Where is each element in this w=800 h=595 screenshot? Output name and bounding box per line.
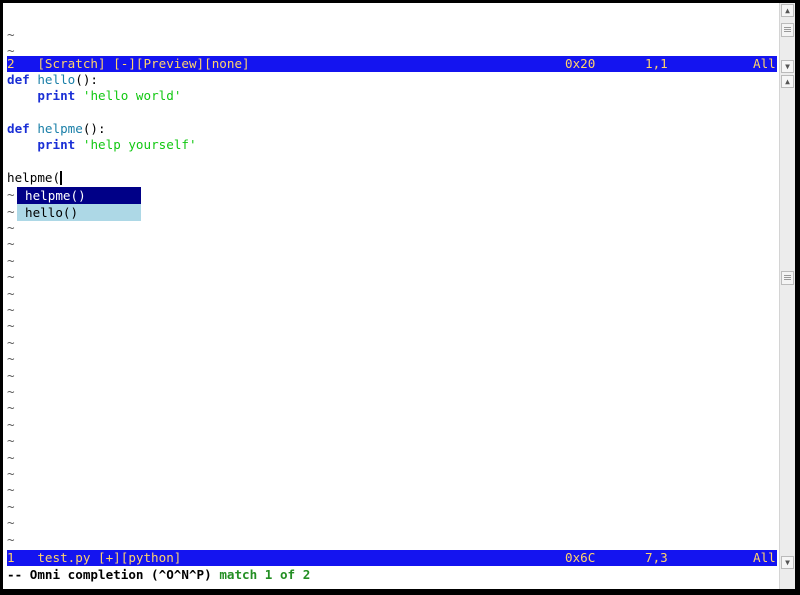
empty-line-tilde: ~ bbox=[7, 368, 15, 383]
status-scroll-position: All bbox=[753, 56, 776, 71]
scrollbar-thumb[interactable] bbox=[781, 271, 794, 285]
empty-line-tilde: ~ bbox=[7, 302, 15, 317]
string-literal: 'hello world' bbox=[82, 88, 182, 103]
status-byte-value: 0x6C bbox=[565, 550, 596, 565]
function-name: helpme bbox=[37, 121, 83, 136]
empty-line-tilde: ~ bbox=[7, 269, 15, 284]
status-cursor-position: 7,3 bbox=[645, 550, 668, 565]
empty-line-tilde: ~ bbox=[7, 236, 15, 251]
empty-line-tilde: ~ bbox=[7, 27, 15, 42]
preview-window-status-bar[interactable]: 2 [Scratch] [-][Preview][none] 0x20 1,1 … bbox=[7, 56, 777, 72]
empty-line-tilde: ~ bbox=[7, 384, 15, 399]
empty-line-tilde: ~ bbox=[7, 482, 15, 497]
arrow-up-icon[interactable]: ▲ bbox=[781, 4, 794, 17]
vim-window: ~ ~ 2 [Scratch] [-][Preview][none] 0x20 … bbox=[3, 3, 795, 589]
string-literal: 'help yourself' bbox=[82, 137, 197, 152]
keyword: print bbox=[37, 88, 76, 103]
match-message: match 1 of 2 bbox=[219, 567, 311, 582]
mode-message: -- Omni completion (^O^N^P) bbox=[7, 567, 212, 582]
scrollbar-thumb[interactable] bbox=[781, 23, 794, 37]
code-line: def helpme(): bbox=[7, 121, 106, 137]
empty-line-tilde: ~ bbox=[7, 532, 15, 547]
status-buffer-info: 2 [Scratch] [-][Preview][none] bbox=[7, 56, 250, 71]
empty-line-tilde: ~ bbox=[7, 187, 15, 202]
command-line[interactable]: -- Omni completion (^O^N^P) match 1 of 2 bbox=[7, 567, 310, 583]
keyword: def bbox=[7, 72, 30, 87]
main-window-status-bar[interactable]: 1 test.py [+][python] 0x6C 7,3 All bbox=[7, 550, 777, 566]
empty-line-tilde: ~ bbox=[7, 220, 15, 235]
empty-line-tilde: ~ bbox=[7, 335, 15, 350]
editor-area[interactable]: ~ ~ 2 [Scratch] [-][Preview][none] 0x20 … bbox=[7, 3, 777, 589]
completion-item-selected[interactable]: helpme() bbox=[17, 187, 141, 204]
empty-line-tilde: ~ bbox=[7, 450, 15, 465]
empty-line-tilde: ~ bbox=[7, 400, 15, 415]
keyword: print bbox=[37, 137, 76, 152]
empty-line-tilde: ~ bbox=[7, 499, 15, 514]
completion-item[interactable]: hello() bbox=[17, 204, 141, 221]
text-cursor bbox=[60, 171, 62, 185]
empty-line-tilde: ~ bbox=[7, 433, 15, 448]
function-name: hello bbox=[37, 72, 76, 87]
code-text: helpme( bbox=[7, 170, 61, 185]
status-buffer-info: 1 test.py [+][python] bbox=[7, 550, 182, 565]
arrow-up-icon[interactable]: ▲ bbox=[781, 75, 794, 88]
code-text: (): bbox=[82, 121, 106, 136]
code-text: (): bbox=[75, 72, 99, 87]
arrow-down-icon[interactable]: ▼ bbox=[781, 556, 794, 569]
status-byte-value: 0x20 bbox=[565, 56, 596, 71]
arrow-down-icon[interactable]: ▼ bbox=[781, 60, 794, 73]
vertical-scrollbar[interactable]: ▲ ▼ ▲ ▼ bbox=[779, 3, 795, 589]
code-line-current: helpme( bbox=[7, 170, 62, 186]
code-line: print 'help yourself' bbox=[7, 137, 197, 153]
empty-line-tilde: ~ bbox=[7, 351, 15, 366]
status-scroll-position: All bbox=[753, 550, 776, 565]
empty-line-tilde: ~ bbox=[7, 286, 15, 301]
keyword: def bbox=[7, 121, 30, 136]
empty-line-tilde: ~ bbox=[7, 515, 15, 530]
status-cursor-position: 1,1 bbox=[645, 56, 668, 71]
empty-line-tilde: ~ bbox=[7, 318, 15, 333]
empty-line-tilde: ~ bbox=[7, 253, 15, 268]
empty-line-tilde: ~ bbox=[7, 417, 15, 432]
empty-line-tilde: ~ bbox=[7, 204, 15, 219]
empty-line-tilde: ~ bbox=[7, 466, 15, 481]
code-line: def hello(): bbox=[7, 72, 98, 88]
code-line: print 'hello world' bbox=[7, 88, 181, 104]
